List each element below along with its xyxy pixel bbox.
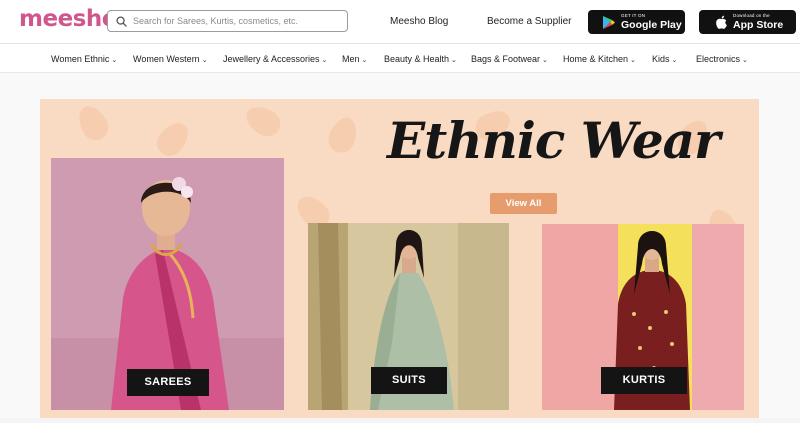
nav-women-western-label: Women Western — [133, 54, 200, 64]
app-store-small-text: Download on the — [733, 13, 770, 18]
app-store-button[interactable]: Download on the App Store — [699, 10, 796, 34]
nav-electronics-label: Electronics — [696, 54, 741, 64]
kurtis-card[interactable]: KURTIS — [542, 224, 744, 410]
nav-bags-footwear[interactable]: Bags & Footwear ⌄ — [471, 54, 548, 64]
google-play-button[interactable]: GET IT ON Google Play — [588, 10, 685, 34]
top-header: meesho Meesho Blog Become a Supplier GET… — [0, 0, 800, 44]
nav-men-label: Men — [342, 54, 360, 64]
nav-beauty-health-label: Beauty & Health — [384, 54, 450, 64]
become-supplier-link[interactable]: Become a Supplier — [487, 16, 572, 27]
chevron-down-icon: ⌄ — [630, 57, 636, 64]
google-play-label: Google Play — [621, 18, 682, 31]
chevron-down-icon: ⌄ — [321, 57, 328, 64]
leaf-pattern-decoration — [240, 100, 286, 142]
view-all-button[interactable]: View All — [490, 193, 557, 214]
google-play-icon — [603, 15, 615, 29]
nav-bags-footwear-label: Bags & Footwear — [471, 54, 541, 64]
nav-kids[interactable]: Kids ⌄ — [652, 54, 677, 64]
nav-jewellery-accessories-label: Jewellery & Accessories — [223, 54, 320, 64]
apple-icon — [716, 15, 727, 29]
chevron-down-icon: ⌄ — [451, 57, 457, 64]
search-icon — [116, 15, 127, 27]
sarees-label: SAREES — [127, 369, 209, 396]
google-play-small-text: GET IT ON — [621, 13, 646, 18]
chevron-down-icon: ⌄ — [671, 57, 678, 64]
page-bottom-strip — [0, 418, 800, 423]
nav-home-kitchen-label: Home & Kitchen — [563, 54, 629, 64]
leaf-pattern-decoration — [151, 116, 195, 162]
leaf-pattern-decoration — [324, 113, 362, 157]
chevron-down-icon: ⌄ — [111, 57, 118, 64]
search-bar[interactable] — [107, 10, 348, 32]
search-input[interactable] — [133, 16, 333, 26]
app-store-label: App Store — [733, 18, 784, 31]
suits-label: SUITS — [371, 367, 447, 394]
chevron-down-icon: ⌄ — [542, 57, 548, 64]
category-nav: Women Ethnic ⌄ Women Western ⌄ Jewellery &… — [0, 44, 800, 73]
nav-women-ethnic[interactable]: Women Ethnic ⌄ — [51, 54, 117, 64]
meesho-blog-link[interactable]: Meesho Blog — [390, 16, 448, 27]
chevron-down-icon: ⌄ — [361, 57, 368, 64]
nav-women-ethnic-label: Women Ethnic — [51, 54, 110, 64]
leaf-pattern-decoration — [72, 100, 114, 146]
kurtis-label: KURTIS — [601, 367, 687, 394]
nav-beauty-health[interactable]: Beauty & Health ⌄ — [384, 54, 457, 64]
nav-men[interactable]: Men ⌄ — [342, 54, 367, 64]
nav-electronics[interactable]: Electronics ⌄ — [696, 54, 748, 64]
nav-kids-label: Kids — [652, 54, 670, 64]
suits-card[interactable]: SUITS — [308, 223, 509, 410]
sarees-card[interactable]: SAREES — [51, 158, 284, 410]
nav-jewellery-accessories[interactable]: Jewellery & Accessories ⌄ — [223, 54, 327, 64]
banner-title: Ethnic Wear — [387, 111, 720, 170]
nav-home-kitchen[interactable]: Home & Kitchen ⌄ — [563, 54, 636, 64]
meesho-logo[interactable]: meesho — [19, 6, 118, 32]
chevron-down-icon: ⌄ — [201, 57, 208, 64]
nav-women-western[interactable]: Women Western ⌄ — [133, 54, 208, 64]
chevron-down-icon: ⌄ — [742, 57, 748, 64]
